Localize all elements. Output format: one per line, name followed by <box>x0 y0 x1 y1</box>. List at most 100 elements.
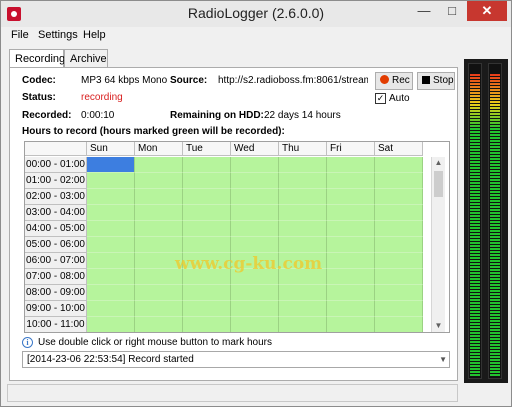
schedule-cell[interactable] <box>183 301 231 317</box>
hour-row-label[interactable]: 07:00 - 08:00 <box>25 269 87 285</box>
schedule-cell[interactable] <box>183 269 231 285</box>
grid-scrollbar[interactable]: ▲ ▼ <box>431 157 445 332</box>
schedule-cell[interactable] <box>135 317 183 332</box>
schedule-cell[interactable] <box>327 285 375 301</box>
tab-archive[interactable]: Archive <box>64 49 108 67</box>
day-header-sun[interactable]: Sun <box>87 142 135 156</box>
hour-row-label[interactable]: 09:00 - 10:00 <box>25 301 87 317</box>
schedule-cell[interactable] <box>231 173 279 189</box>
hour-row-label[interactable]: 08:00 - 09:00 <box>25 285 87 301</box>
auto-checkbox[interactable]: ✓ <box>375 93 386 104</box>
day-header-wed[interactable]: Wed <box>231 142 279 156</box>
rec-button[interactable]: Rec <box>375 72 413 90</box>
schedule-cell[interactable] <box>135 205 183 221</box>
scroll-down-icon[interactable]: ▼ <box>432 320 445 332</box>
schedule-cell[interactable] <box>135 189 183 205</box>
schedule-cell[interactable] <box>231 221 279 237</box>
schedule-cell[interactable] <box>135 301 183 317</box>
hour-row-label[interactable]: 02:00 - 03:00 <box>25 189 87 205</box>
schedule-cell[interactable] <box>279 269 327 285</box>
schedule-cell[interactable] <box>87 157 135 173</box>
schedule-cell[interactable] <box>87 285 135 301</box>
schedule-cell[interactable] <box>279 189 327 205</box>
hour-row-label[interactable]: 06:00 - 07:00 <box>25 253 87 269</box>
schedule-cell[interactable] <box>375 205 423 221</box>
schedule-cell[interactable] <box>327 317 375 332</box>
schedule-cell[interactable] <box>87 221 135 237</box>
schedule-cell[interactable] <box>375 173 423 189</box>
schedule-cell[interactable] <box>279 157 327 173</box>
schedule-cell[interactable] <box>135 285 183 301</box>
hour-row-label[interactable]: 00:00 - 01:00 <box>25 157 87 173</box>
schedule-cell[interactable] <box>375 285 423 301</box>
schedule-cell[interactable] <box>231 317 279 332</box>
menu-settings[interactable]: Settings <box>38 29 78 41</box>
schedule-cell[interactable] <box>183 317 231 332</box>
schedule-cell[interactable] <box>279 253 327 269</box>
schedule-cell[interactable] <box>231 301 279 317</box>
schedule-cell[interactable] <box>279 285 327 301</box>
schedule-cell[interactable] <box>135 173 183 189</box>
hour-row-label[interactable]: 03:00 - 04:00 <box>25 205 87 221</box>
menu-file[interactable]: File <box>11 29 29 41</box>
schedule-cell[interactable] <box>183 157 231 173</box>
schedule-cell[interactable] <box>375 157 423 173</box>
menu-help[interactable]: Help <box>83 29 106 41</box>
day-header-fri[interactable]: Fri <box>327 142 375 156</box>
schedule-cell[interactable] <box>231 285 279 301</box>
schedule-cell[interactable] <box>87 269 135 285</box>
schedule-cell[interactable] <box>87 253 135 269</box>
schedule-cell[interactable] <box>279 173 327 189</box>
schedule-cell[interactable] <box>327 157 375 173</box>
schedule-cell[interactable] <box>375 189 423 205</box>
hour-row-label[interactable]: 04:00 - 05:00 <box>25 221 87 237</box>
schedule-cell[interactable] <box>231 157 279 173</box>
schedule-cell[interactable] <box>231 253 279 269</box>
schedule-cell[interactable] <box>87 189 135 205</box>
schedule-grid[interactable]: Sun Mon Tue Wed Thu Fri Sat 00:00 - 01:00 01:00 … <box>24 141 450 333</box>
schedule-cell[interactable] <box>183 221 231 237</box>
schedule-cell[interactable] <box>231 237 279 253</box>
schedule-cell[interactable] <box>327 301 375 317</box>
hour-row-label[interactable]: 05:00 - 06:00 <box>25 237 87 253</box>
schedule-cell[interactable] <box>279 221 327 237</box>
tab-recording[interactable]: Recording <box>9 49 65 68</box>
schedule-cell[interactable] <box>135 221 183 237</box>
title-bar[interactable]: RadioLogger (2.6.0.0) — □ ✕ <box>1 1 511 27</box>
schedule-cell[interactable] <box>183 253 231 269</box>
day-header-tue[interactable]: Tue <box>183 142 231 156</box>
schedule-cell[interactable] <box>327 173 375 189</box>
schedule-cell[interactable] <box>375 221 423 237</box>
schedule-cell[interactable] <box>135 237 183 253</box>
schedule-cell[interactable] <box>279 317 327 332</box>
close-button[interactable]: ✕ <box>467 1 507 21</box>
schedule-cell[interactable] <box>327 253 375 269</box>
maximize-button[interactable]: □ <box>439 1 465 21</box>
schedule-cell[interactable] <box>327 237 375 253</box>
schedule-cell[interactable] <box>327 269 375 285</box>
schedule-cell[interactable] <box>375 317 423 332</box>
schedule-cell[interactable] <box>87 317 135 332</box>
schedule-cell[interactable] <box>87 173 135 189</box>
day-header-thu[interactable]: Thu <box>279 142 327 156</box>
schedule-cell[interactable] <box>135 157 183 173</box>
scroll-thumb[interactable] <box>434 171 443 197</box>
schedule-cell[interactable] <box>375 237 423 253</box>
schedule-cell[interactable] <box>87 237 135 253</box>
hour-row-label[interactable]: 01:00 - 02:00 <box>25 173 87 189</box>
schedule-cell[interactable] <box>327 189 375 205</box>
scroll-up-icon[interactable]: ▲ <box>432 157 445 169</box>
schedule-cell[interactable] <box>327 205 375 221</box>
schedule-cell[interactable] <box>279 205 327 221</box>
schedule-cell[interactable] <box>135 269 183 285</box>
day-header-sat[interactable]: Sat <box>375 142 423 156</box>
schedule-cell[interactable] <box>279 301 327 317</box>
hour-row-label[interactable]: 10:00 - 11:00 <box>25 317 87 332</box>
schedule-cell[interactable] <box>231 189 279 205</box>
log-dropdown[interactable]: [2014-23-06 22:53:54] Record started ▼ <box>22 351 450 368</box>
schedule-cell[interactable] <box>279 237 327 253</box>
schedule-cell[interactable] <box>375 301 423 317</box>
chevron-down-icon[interactable]: ▼ <box>439 352 447 367</box>
schedule-cell[interactable] <box>183 237 231 253</box>
schedule-cell[interactable] <box>183 205 231 221</box>
